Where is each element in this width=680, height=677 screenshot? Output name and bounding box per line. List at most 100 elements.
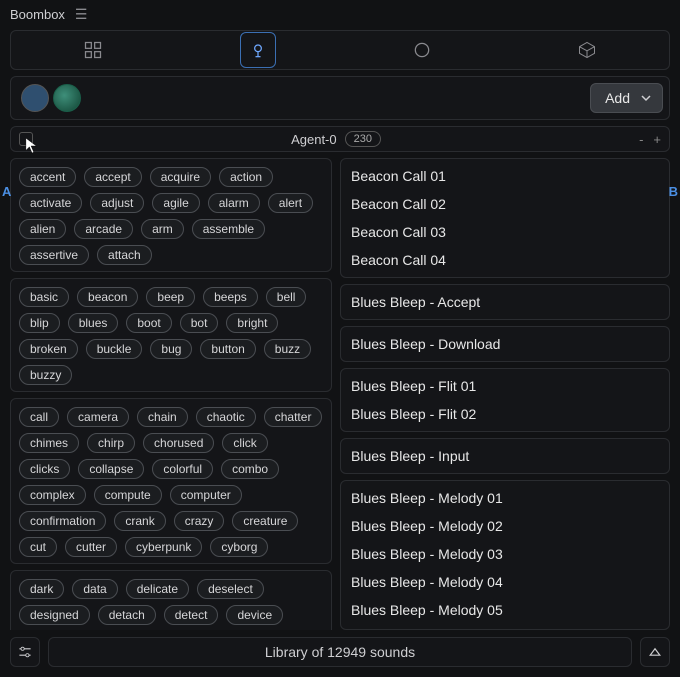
status-bar: Library of 12949 sounds xyxy=(48,637,632,667)
tag[interactable]: blip xyxy=(19,313,60,333)
result-item[interactable]: Blues Bleep - Flit 02 xyxy=(351,403,659,425)
chevron-down-icon xyxy=(640,92,652,104)
tag[interactable]: crazy xyxy=(174,511,225,531)
result-item[interactable]: Blues Bleep - Flit 01 xyxy=(351,375,659,397)
results-column: Beacon Call 01 Beacon Call 02 Beacon Call … xyxy=(340,158,670,630)
tag[interactable]: beacon xyxy=(77,287,138,307)
tag[interactable]: bright xyxy=(226,313,278,333)
tag[interactable]: clicks xyxy=(19,459,70,479)
tag[interactable]: attach xyxy=(97,245,152,265)
tag[interactable]: acquire xyxy=(150,167,211,187)
settings-sliders-button[interactable] xyxy=(10,637,40,667)
tag[interactable]: chimes xyxy=(19,433,79,453)
tag[interactable]: crank xyxy=(114,511,165,531)
result-item[interactable]: Blues Bleep - Melody 04 xyxy=(351,571,659,593)
result-group: Blues Bleep - Input xyxy=(340,438,670,474)
tag[interactable]: arm xyxy=(141,219,184,239)
tag[interactable]: broken xyxy=(19,339,78,359)
tag[interactable]: alert xyxy=(268,193,313,213)
tag[interactable]: buzzy xyxy=(19,365,72,385)
tag[interactable]: cyberpunk xyxy=(125,537,202,557)
tag[interactable]: confirmation xyxy=(19,511,106,531)
tag[interactable]: cyborg xyxy=(210,537,268,557)
tag[interactable]: action xyxy=(219,167,273,187)
add-button[interactable]: Add xyxy=(590,83,663,113)
tag[interactable]: device xyxy=(226,605,283,625)
nav-package[interactable] xyxy=(567,30,607,70)
tag[interactable]: chorused xyxy=(143,433,214,453)
tag[interactable]: buckle xyxy=(86,339,143,359)
tag[interactable]: designed xyxy=(19,605,90,625)
tag[interactable]: adjust xyxy=(90,193,144,213)
tag[interactable]: collapse xyxy=(78,459,144,479)
avatar[interactable] xyxy=(53,84,81,112)
tag[interactable]: chirp xyxy=(87,433,135,453)
tag[interactable]: bell xyxy=(266,287,307,307)
tag[interactable]: assemble xyxy=(192,219,265,239)
tag[interactable]: beeps xyxy=(203,287,258,307)
tag[interactable]: computer xyxy=(170,485,242,505)
nav-spinner[interactable] xyxy=(402,30,442,70)
nav-search[interactable] xyxy=(238,30,278,70)
side-label-a: A xyxy=(2,184,11,199)
minus-button[interactable]: - xyxy=(639,132,643,147)
tag[interactable]: activate xyxy=(19,193,82,213)
tag[interactable]: delicate xyxy=(126,579,189,599)
search-person-icon xyxy=(248,40,268,60)
tag[interactable]: alien xyxy=(19,219,66,239)
tag[interactable]: alarm xyxy=(208,193,260,213)
tag[interactable]: colorful xyxy=(152,459,213,479)
result-item[interactable]: Beacon Call 03 xyxy=(351,221,659,243)
tag[interactable]: boot xyxy=(126,313,171,333)
collapse-up-button[interactable] xyxy=(640,637,670,667)
tag[interactable]: blues xyxy=(68,313,119,333)
tag[interactable]: button xyxy=(200,339,255,359)
tag[interactable]: chaotic xyxy=(196,407,256,427)
tag[interactable]: cutter xyxy=(65,537,117,557)
avatar[interactable] xyxy=(21,84,49,112)
tag[interactable]: chatter xyxy=(264,407,323,427)
tag[interactable]: accent xyxy=(19,167,76,187)
result-item[interactable]: Blues Bleep - Melody 05 xyxy=(351,599,659,621)
tag[interactable]: beep xyxy=(146,287,195,307)
plus-button[interactable]: + xyxy=(653,132,661,147)
select-all-checkbox[interactable] xyxy=(19,132,33,146)
tag[interactable]: buzz xyxy=(264,339,311,359)
result-item[interactable]: Blues Bleep - Melody 02 xyxy=(351,515,659,537)
result-item[interactable]: Beacon Call 02 xyxy=(351,193,659,215)
result-item[interactable]: Blues Bleep - Input xyxy=(351,445,659,467)
result-item[interactable]: Beacon Call 01 xyxy=(351,165,659,187)
tag[interactable]: assertive xyxy=(19,245,89,265)
tag[interactable]: chain xyxy=(137,407,188,427)
tag[interactable]: detach xyxy=(98,605,156,625)
tag[interactable]: agile xyxy=(152,193,199,213)
tag[interactable]: cut xyxy=(19,537,57,557)
tag[interactable]: detect xyxy=(164,605,219,625)
tag[interactable]: call xyxy=(19,407,59,427)
result-item[interactable]: Blues Bleep - Melody 01 xyxy=(351,487,659,509)
hamburger-icon[interactable]: ☰ xyxy=(75,6,88,23)
tag[interactable]: deselect xyxy=(197,579,264,599)
tag[interactable]: arcade xyxy=(74,219,133,239)
result-item[interactable]: Blues Bleep - Accept xyxy=(351,291,659,313)
tag[interactable]: camera xyxy=(67,407,129,427)
tag[interactable]: bug xyxy=(150,339,192,359)
tag[interactable]: accept xyxy=(84,167,141,187)
tag[interactable]: bot xyxy=(180,313,219,333)
result-item[interactable]: Blues Bleep - Melody 06 xyxy=(351,627,659,630)
tag[interactable]: complex xyxy=(19,485,86,505)
nav-grid[interactable] xyxy=(73,30,113,70)
tag[interactable]: compute xyxy=(94,485,162,505)
result-item[interactable]: Beacon Call 04 xyxy=(351,249,659,271)
result-item[interactable]: Blues Bleep - Melody 03 xyxy=(351,543,659,565)
tag[interactable]: dark xyxy=(19,579,64,599)
result-item[interactable]: Blues Bleep - Download xyxy=(351,333,659,355)
status-text: Library of 12949 sounds xyxy=(265,644,415,660)
tag[interactable]: data xyxy=(72,579,117,599)
tag[interactable]: click xyxy=(222,433,267,453)
tags-column: accentacceptacquireactionactivateadjusta… xyxy=(10,158,332,630)
tag[interactable]: basic xyxy=(19,287,69,307)
tag[interactable]: combo xyxy=(221,459,279,479)
result-group: Beacon Call 01 Beacon Call 02 Beacon Call … xyxy=(340,158,670,278)
tag[interactable]: creature xyxy=(232,511,298,531)
